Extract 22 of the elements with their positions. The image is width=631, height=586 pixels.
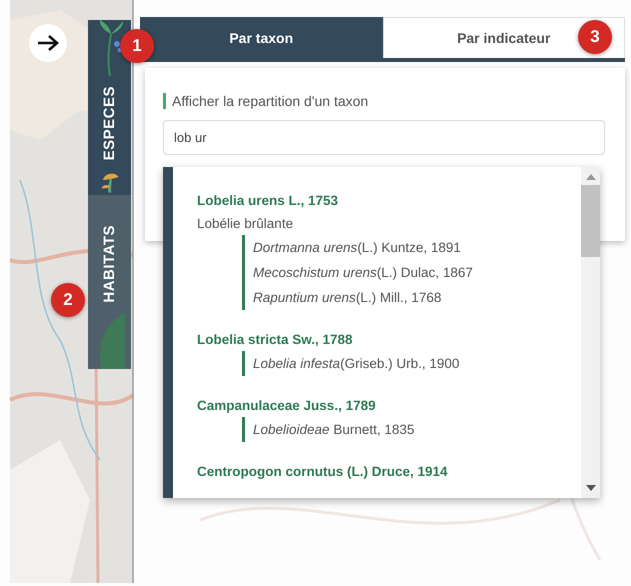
synonym: Rapuntium urens(L.) Mill., 1768 — [253, 289, 442, 307]
synonym: Lobelia infesta(Griseb.) Urb., 1900 — [253, 355, 460, 373]
scrollbar[interactable] — [581, 167, 600, 498]
side-tab[interactable]: ESPECES — [88, 20, 131, 195]
synonym: Lobelioideae Burnett, 1835 — [253, 421, 416, 439]
search-field[interactable]: lob ur — [163, 120, 605, 155]
scroll-down-icon — [586, 485, 596, 491]
side-tab-label: ESPECES — [101, 86, 118, 160]
taxon-name[interactable]: Lobelia stricta Sw., 1788 — [197, 328, 581, 351]
scroll-up-icon — [586, 174, 596, 180]
taxon-name[interactable]: Centropogon cornutus (L.) Druce, 1914 — [197, 460, 581, 483]
tab[interactable]: Par taxon — [140, 17, 382, 58]
taxon-name[interactable]: Lobelia urens L., 1753 — [197, 189, 581, 212]
side-tab-label: HABITATS — [101, 225, 118, 303]
arrow-right-icon — [37, 35, 59, 51]
side-tab[interactable]: HABITATS — [88, 195, 131, 369]
scrollbar-thumb[interactable] — [581, 185, 600, 257]
synonym: Mecoschistum urens(L.) Dulac, 1867 — [253, 264, 474, 282]
synonym: Dortmanna urens(L.) Kuntze, 1891 — [253, 239, 462, 257]
vernacular-name: Lobélie brûlante — [197, 215, 294, 233]
search-label: Afficher la repartition d'un taxon — [163, 93, 605, 109]
taxon-name[interactable]: Campanulaceae Juss., 1789 — [197, 394, 581, 417]
